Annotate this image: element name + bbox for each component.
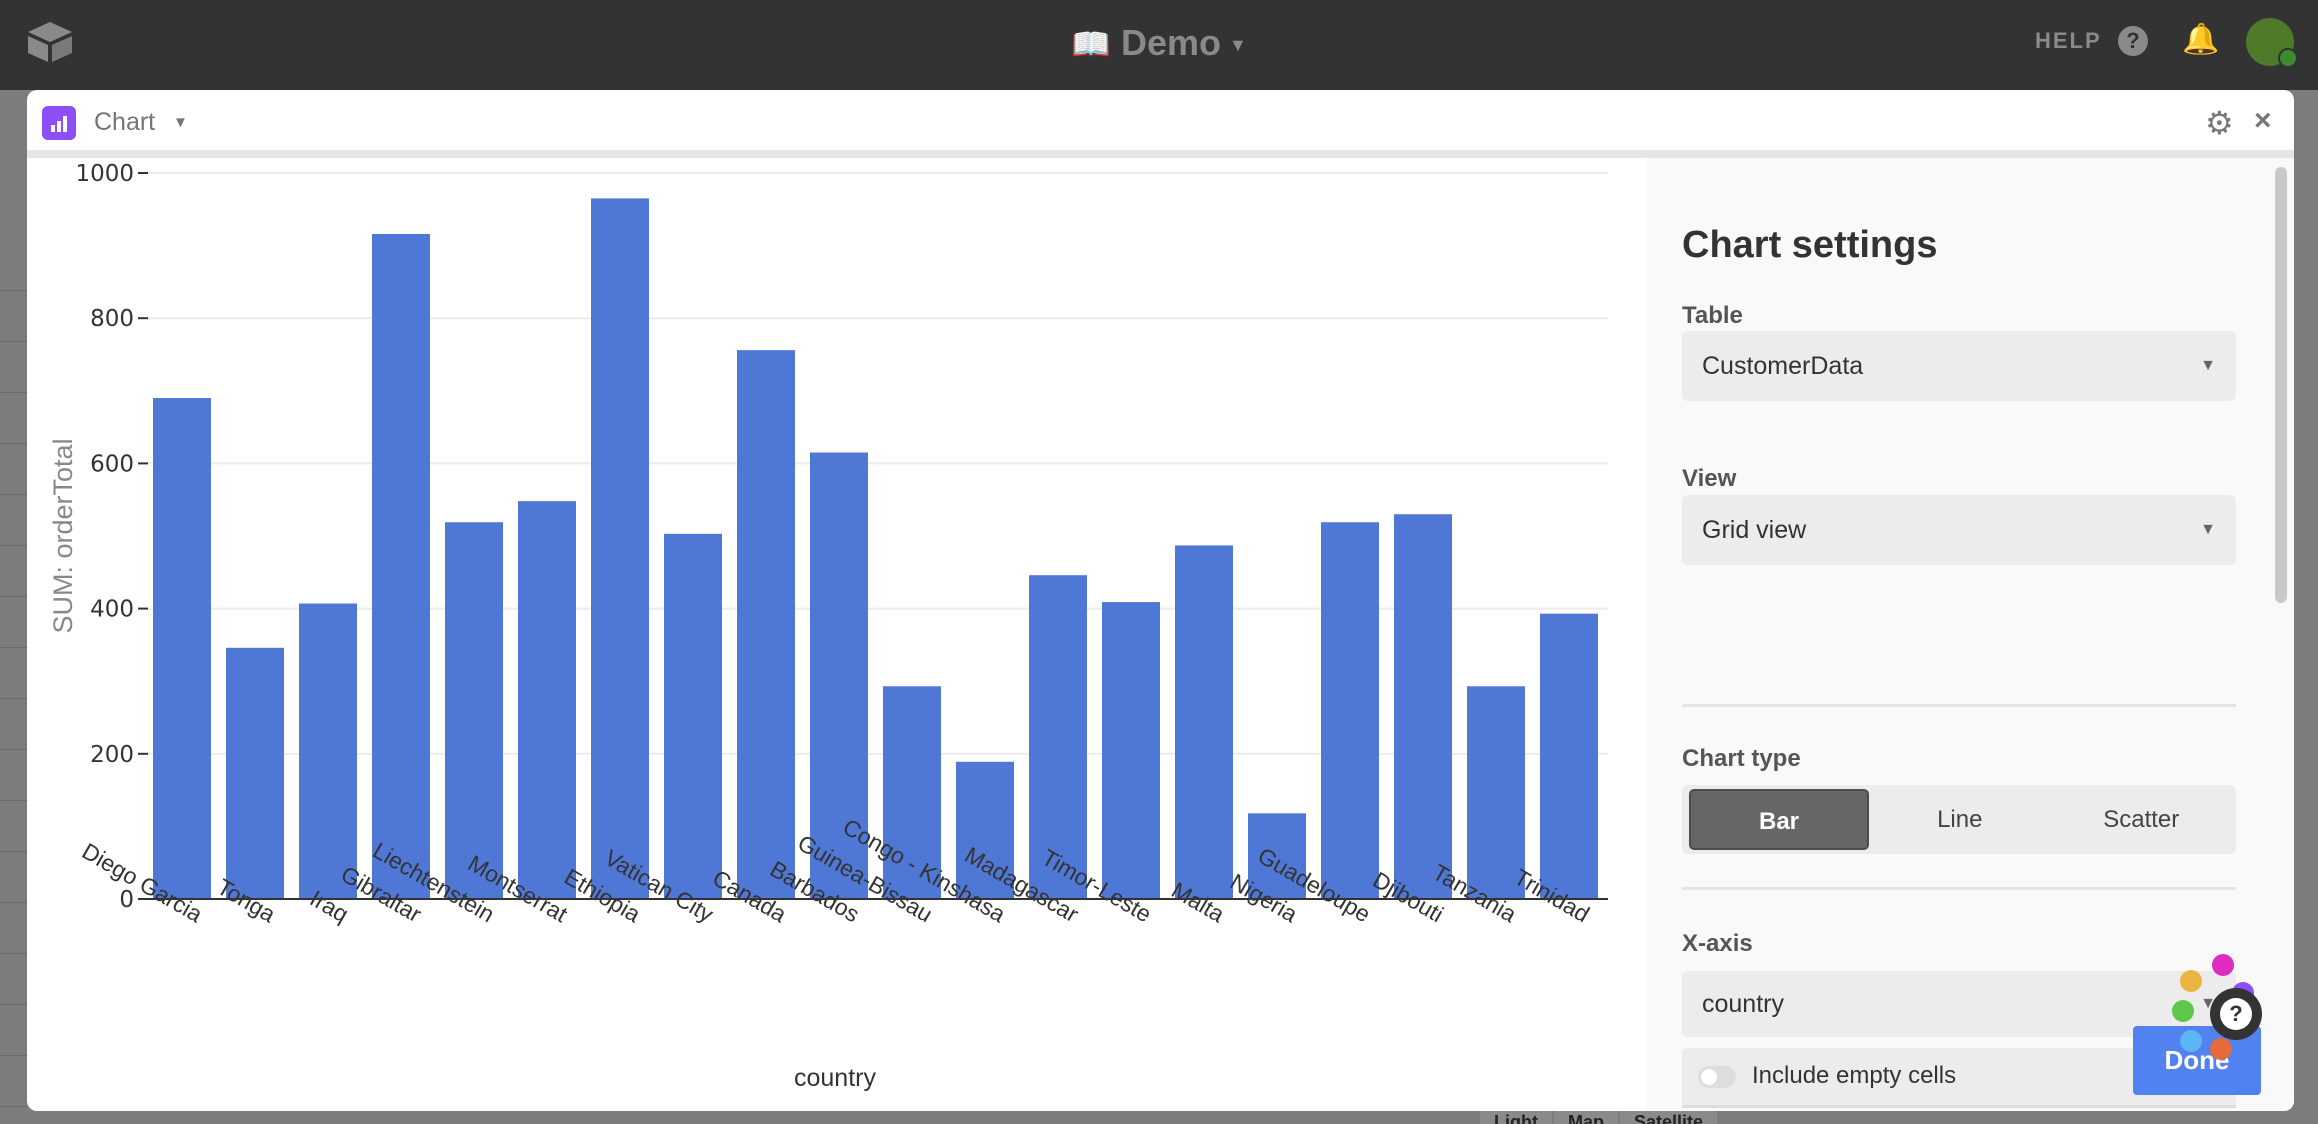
bar-chart: 02004006008001000Diego Garcia Tonga IraqGi… — [48, 161, 1608, 1092]
y-tick-label: 200 — [90, 742, 134, 768]
settings-title: Chart settings — [1682, 224, 1938, 266]
y-tick-label: 600 — [90, 451, 134, 477]
settings-scrollbar[interactable] — [2275, 167, 2287, 603]
bar — [299, 603, 357, 899]
modal-header: Chart ▼ ⚙ × — [27, 90, 2294, 158]
gear-icon[interactable]: ⚙ — [2205, 104, 2234, 142]
bar — [1394, 514, 1452, 899]
bar — [591, 198, 649, 899]
view-select[interactable]: Grid view ▼ — [1682, 495, 2236, 565]
tab-map: Map — [1553, 1111, 1618, 1124]
chart-type-bar[interactable]: Bar — [1689, 789, 1869, 850]
bar — [1102, 602, 1160, 899]
chart-type-label: Chart type — [1682, 745, 1801, 772]
chart-modal: Chart ▼ ⚙ × 0 200 400 600 800 1000 Diego Garci… — [27, 90, 2294, 1111]
support-help-button[interactable]: ? — [2210, 988, 2262, 1040]
table-select[interactable]: CustomerData ▼ — [1682, 331, 2236, 401]
modal-title[interactable]: Chart — [94, 108, 155, 137]
avatar[interactable] — [2246, 18, 2298, 68]
help-link[interactable]: HELP — [2035, 28, 2102, 54]
chevron-down-icon: ▼ — [1229, 34, 1247, 55]
background-map-tabs: Light Map Satellite — [1480, 1111, 1718, 1124]
view-label: View — [1682, 465, 1737, 492]
tab-satellite: Satellite — [1619, 1111, 1718, 1124]
y-tick-label: 1000 — [75, 161, 134, 187]
y-tick-label: 400 — [90, 597, 134, 623]
bar — [1321, 522, 1379, 899]
chart-type-selector: Bar Line Scatter — [1682, 785, 2236, 854]
background-grid — [0, 240, 27, 1120]
chart-type-line[interactable]: Line — [1869, 789, 2051, 850]
bar — [372, 233, 430, 899]
tab-light: Light — [1480, 1111, 1552, 1124]
y-tick-label: 800 — [90, 306, 134, 332]
bell-icon[interactable]: 🔔 — [2182, 22, 2219, 57]
xaxis-label: X-axis — [1682, 930, 1753, 957]
include-empty-cells-label: Include empty cells — [1752, 1062, 1957, 1089]
question-icon: ? — [2220, 998, 2252, 1030]
bar — [737, 350, 795, 899]
chevron-down-icon: ▼ — [2200, 521, 2216, 538]
book-icon: 📖 — [1071, 26, 1111, 62]
bar — [226, 647, 284, 899]
bar — [153, 398, 211, 899]
bar — [518, 501, 576, 899]
x-axis-title: country — [794, 1064, 876, 1092]
bar — [1467, 686, 1525, 899]
bar — [664, 533, 722, 899]
include-empty-cells-toggle[interactable] — [1698, 1066, 1736, 1088]
chart-type-scatter[interactable]: Scatter — [2051, 789, 2233, 850]
y-axis-title: SUM: orderTotal — [48, 438, 78, 633]
divider — [1682, 887, 2236, 890]
help-icon[interactable]: ? — [2118, 26, 2148, 56]
chevron-down-icon[interactable]: ▼ — [173, 114, 188, 131]
bar — [445, 522, 503, 899]
close-icon[interactable]: × — [2254, 104, 2272, 138]
bar — [1540, 613, 1598, 899]
divider — [1682, 704, 2236, 707]
chart-app-icon — [42, 106, 76, 140]
table-label: Table — [1682, 302, 1743, 329]
bar — [1175, 545, 1233, 899]
chevron-down-icon: ▼ — [2200, 357, 2216, 374]
top-bar: 📖 Demo ▼ HELP ? 🔔 — [0, 0, 2318, 90]
base-title[interactable]: 📖 Demo ▼ — [0, 22, 2318, 64]
